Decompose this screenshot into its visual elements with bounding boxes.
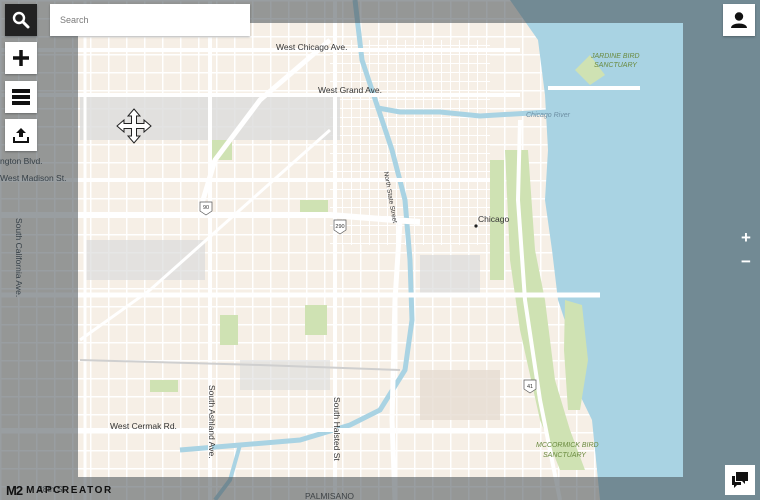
block-2 [85,240,205,280]
chat-icon [732,472,748,488]
brand-mark: M2 [6,482,23,498]
park-3 [305,305,327,335]
map-canvas[interactable]: West Chicago Ave. West Grand Ave. ngton … [0,0,760,500]
block-3 [420,255,480,295]
search-button[interactable] [5,4,37,36]
svg-text:290: 290 [335,224,344,230]
label-mccormick-2: SANCTUARY [543,452,587,459]
label-jardine-1: JARDINE BIRD [590,53,640,60]
label-chicago: Chicago [478,214,509,224]
add-button[interactable] [5,42,37,74]
upload-icon [13,128,29,143]
zoom-in-button[interactable]: + [738,229,754,246]
label-washington-blvd: ngton Blvd. [0,156,43,166]
label-south-california-ave: South California Ave. [14,218,24,297]
park-4 [220,315,238,345]
brand-logo: M2 MAPCREATOR [6,482,113,498]
search-input[interactable] [50,4,250,36]
plus-icon [13,50,29,66]
label-mccormick-1: MCCORMICK BIRD [536,442,599,449]
layers-icon [12,89,30,105]
block-5 [420,370,500,420]
chicago-point-marker [474,224,478,228]
upload-button[interactable] [5,119,37,151]
zoom-out-button[interactable]: − [738,253,754,270]
label-jardine-2: SANCTUARY [594,62,638,69]
chat-button[interactable] [725,465,755,495]
layers-button[interactable] [5,81,37,113]
label-west-chicago-ave: West Chicago Ave. [276,42,348,52]
label-west-madison-st: West Madison St. [0,173,66,183]
label-west-grand-ave: West Grand Ave. [318,85,382,95]
label-west-cermak-rd: West Cermak Rd. [110,421,177,431]
move-cursor-icon [116,108,152,144]
label-bottom-right: PALMISANO [305,491,354,500]
label-chicago-river: Chicago River [526,112,571,119]
user-icon [731,12,747,28]
park-5 [150,380,178,392]
search-icon [12,11,30,29]
svg-text:41: 41 [527,384,533,390]
svg-text:90: 90 [203,205,209,211]
label-south-halsted-st: South Halsted St [332,397,342,461]
brand-name: MAPCREATOR [26,484,113,496]
label-south-ashland-ave: South Ashland Ave. [207,385,217,459]
user-button[interactable] [723,4,755,36]
